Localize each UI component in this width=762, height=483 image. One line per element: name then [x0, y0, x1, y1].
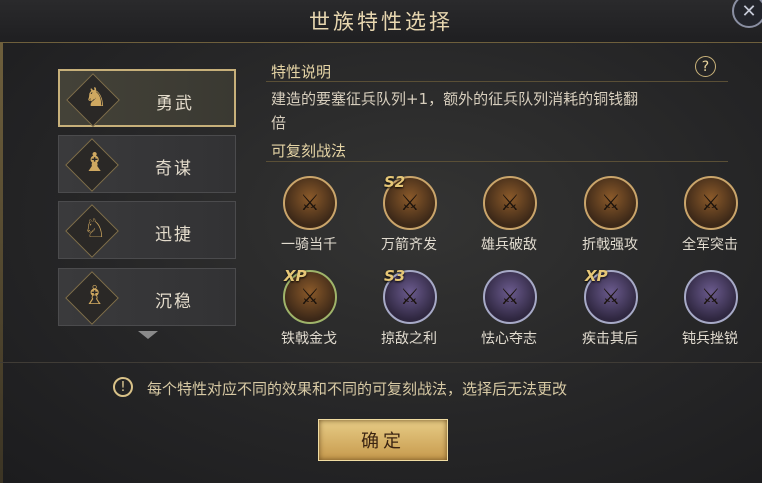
scroll-down-icon[interactable]	[138, 331, 158, 339]
soldier-icon: ⚔	[601, 285, 621, 310]
trait-item-xunjie[interactable]: ♘ 迅捷	[58, 201, 236, 259]
notice-text: 每个特性对应不同的效果和不同的可复刻战法，选择后无法更改	[147, 380, 568, 398]
xp-badge: XP	[585, 267, 608, 285]
skill-icon: ⚔	[283, 176, 337, 230]
skill-icon: ⚔	[684, 270, 738, 324]
skill-icon: ⚔	[483, 270, 537, 324]
skill-label: 掠敌之利	[381, 331, 437, 347]
divider	[266, 81, 728, 82]
skill-icon: ⚔	[584, 176, 638, 230]
soldier-icon: ⚔	[400, 285, 420, 310]
skill-icon: ⚔	[483, 176, 537, 230]
help-icon[interactable]: ?	[695, 56, 716, 77]
soldier-icon: ⚔	[701, 191, 721, 216]
skill-item[interactable]: ⚔ S3 掠敌之利	[372, 267, 446, 354]
trait-item-qimou[interactable]: ♝ 奇谋	[58, 135, 236, 193]
soldier-icon: ⚔	[400, 191, 420, 216]
skill-label: 折戟强攻	[582, 237, 638, 253]
description-text-cont: 倍	[271, 114, 287, 132]
trait-item-yongwu[interactable]: ♞ 勇武	[58, 69, 236, 127]
skill-item[interactable]: ⚔ 全军突击	[673, 176, 747, 260]
skill-item[interactable]: ⚔ XP 铁戟金戈	[272, 267, 346, 354]
skill-label: 雄兵破敌	[481, 237, 537, 253]
skill-item[interactable]: ⚔ XP 疾击其后	[573, 267, 647, 354]
divider	[266, 161, 728, 162]
title-bar: 世族特性选择	[0, 0, 762, 43]
soldier-icon: ⚔	[300, 285, 320, 310]
confirm-button[interactable]: 确定	[318, 419, 448, 461]
skill-label: 怯心夺志	[481, 331, 537, 347]
soldier-icon: ⚔	[601, 191, 621, 216]
trait-label: 沉稳	[155, 292, 193, 312]
soldier-icon: ⚔	[300, 191, 320, 216]
trait-label: 迅捷	[155, 225, 193, 245]
season-badge: S3	[384, 267, 406, 285]
skill-item[interactable]: ⚔ 怯心夺志	[472, 270, 546, 354]
frame-edge	[0, 42, 3, 483]
skill-item[interactable]: ⚔ 雄兵破敌	[472, 176, 546, 260]
skill-label: 全军突击	[682, 237, 738, 253]
warning-icon: !	[113, 377, 133, 397]
trait-item-chenwen[interactable]: ♗ 沉稳	[58, 268, 236, 326]
description-title: 特性说明	[271, 63, 332, 81]
skill-item[interactable]: ⚔ 钝兵挫锐	[673, 270, 747, 354]
skill-label: 万箭齐发	[381, 237, 437, 253]
skill-label: 一骑当千	[281, 237, 337, 253]
skill-label: 铁戟金戈	[281, 331, 337, 347]
skill-item[interactable]: ⚔ 一骑当千	[272, 176, 346, 260]
skill-label: 疾击其后	[582, 331, 638, 347]
dialog-title: 世族特性选择	[309, 10, 453, 34]
skill-item[interactable]: ⚔ S2 万箭齐发	[372, 173, 446, 260]
skill-label: 钝兵挫锐	[682, 331, 738, 347]
soldier-icon: ⚔	[500, 285, 520, 310]
description-text: 建造的要塞征兵队列+1，额外的征兵队列消耗的铜钱翻	[271, 90, 639, 108]
trait-label: 奇谋	[155, 159, 193, 179]
trait-label: 勇武	[156, 94, 194, 114]
soldier-icon: ⚔	[701, 285, 721, 310]
skill-item[interactable]: ⚔ 折戟强攻	[573, 176, 647, 260]
trait-selection-dialog: 世族特性选择 ✕ ♞ 勇武 ♝ 奇谋 ♘ 迅捷 ♗ 沉稳 特性说明 ? 建造的要…	[0, 0, 762, 483]
warrior-icon: ♞	[84, 83, 108, 113]
divider	[0, 362, 762, 363]
soldier-icon: ⚔	[500, 191, 520, 216]
cavalry-icon: ♘	[83, 214, 107, 244]
strategist-icon: ♝	[83, 148, 107, 178]
season-badge: S2	[384, 173, 406, 191]
skill-icon: ⚔	[684, 176, 738, 230]
skills-title: 可复刻战法	[271, 142, 347, 160]
xp-badge: XP	[284, 267, 307, 285]
sage-icon: ♗	[83, 281, 107, 311]
